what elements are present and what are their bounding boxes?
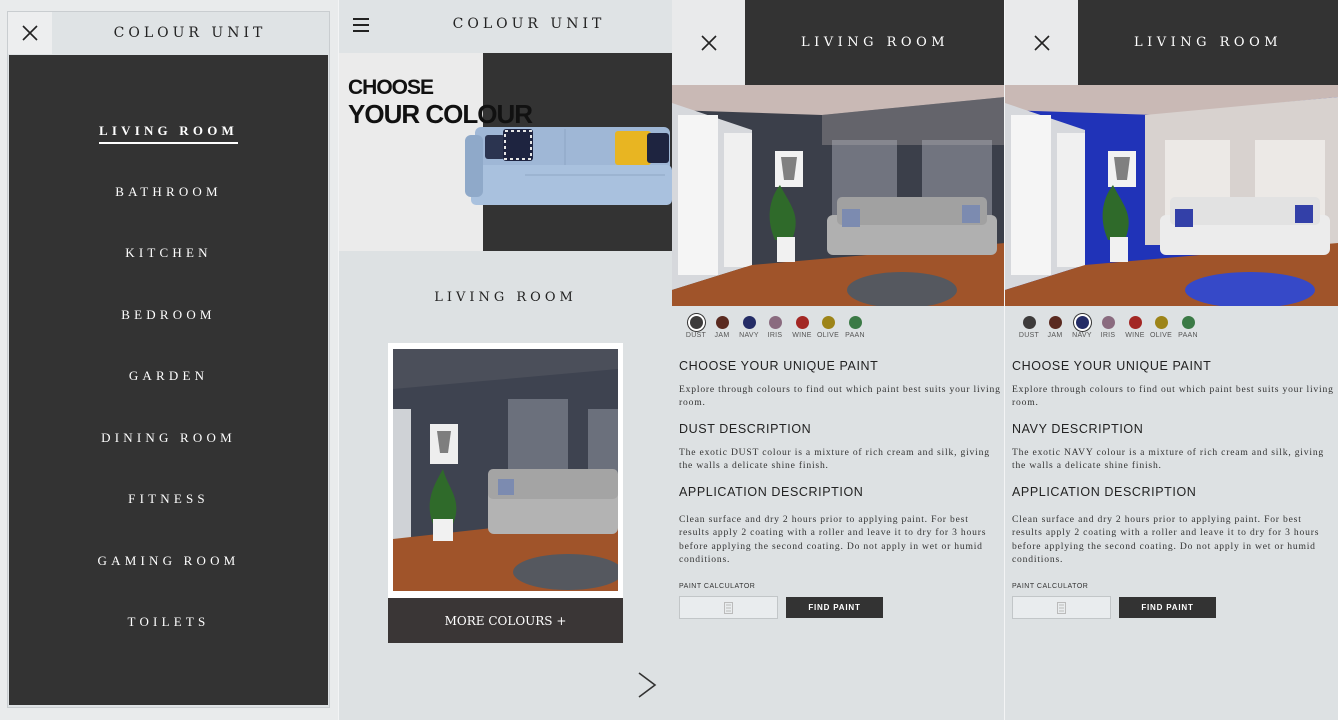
section-title: LIVING ROOM [434, 290, 577, 305]
application-text: Clean surface and dry 2 hours prior to a… [1012, 514, 1320, 565]
close-button[interactable] [8, 12, 52, 54]
heading-application: APPLICATION DESCRIPTION [679, 485, 864, 499]
swatch-wine[interactable]: WINE [1122, 310, 1148, 339]
menu-item-gaming-room[interactable]: GAMING ROOM [9, 553, 328, 569]
sofa-image [465, 127, 672, 205]
hamburger-icon[interactable] [353, 18, 369, 32]
room-visual [672, 85, 1005, 306]
colour-description-text: The exotic DUST colour is a mixture of r… [679, 447, 990, 472]
swatch-jam[interactable]: JAM [709, 310, 735, 339]
close-icon [700, 34, 717, 51]
brand-title: COLOUR UNIT [113, 25, 267, 41]
swatch-iris[interactable]: IRIS [1095, 310, 1121, 339]
paint-calculator-label: PAINT CALCULATOR [679, 583, 756, 590]
application-text: Clean surface and dry 2 hours prior to a… [679, 514, 987, 565]
heading-colour-description: DUST DESCRIPTION [679, 422, 812, 436]
heading-application: APPLICATION DESCRIPTION [1012, 485, 1197, 499]
menu-item-living-room[interactable]: LIVING ROOM [9, 123, 328, 144]
colour-swatches: DUST JAM NAVY IRIS WINE OLIVE PAAN [680, 310, 1005, 346]
room-preview-card[interactable] [388, 343, 623, 598]
home-screen: COLOUR UNIT CHOOSE YOUR COLOUR LIVING RO… [339, 0, 672, 720]
swatch-olive[interactable]: OLIVE [815, 310, 841, 339]
swatch-dust[interactable]: DUST [683, 310, 709, 339]
detail-screen-dust: LIVING ROOM DUST JAM NAVY IRIS WINE OLIV… [672, 0, 1005, 720]
intro-text: Explore through colours to find out whic… [1012, 384, 1334, 409]
swatch-navy[interactable]: NAVY [1069, 310, 1095, 339]
close-icon [1033, 34, 1050, 51]
swatch-wine[interactable]: WINE [789, 310, 815, 339]
chevron-right-icon[interactable] [635, 670, 659, 700]
find-paint-button[interactable]: FIND PAINT [1119, 597, 1216, 618]
close-button[interactable] [672, 0, 745, 85]
swatch-paan[interactable]: PAAN [1175, 310, 1201, 339]
swatch-olive[interactable]: OLIVE [1148, 310, 1174, 339]
hero-title-line1: CHOOSE [348, 76, 434, 99]
menu-item-fitness[interactable]: FITNESS [9, 491, 328, 507]
colour-swatches: DUST JAM NAVY IRIS WINE OLIVE PAAN [1013, 310, 1338, 346]
close-button[interactable] [1005, 0, 1078, 85]
menu-item-dining-room[interactable]: DINING ROOM [9, 430, 328, 446]
panel-divider [338, 0, 339, 720]
heading-choose-paint: CHOOSE YOUR UNIQUE PAINT [1012, 359, 1212, 373]
close-icon [22, 25, 38, 41]
menu-item-toilets[interactable]: TOILETS [9, 614, 328, 630]
menu-screen: COLOUR UNIT LIVING ROOM BATHROOM KITCHEN… [0, 0, 338, 720]
swatch-iris[interactable]: IRIS [762, 310, 788, 339]
heading-choose-paint: CHOOSE YOUR UNIQUE PAINT [679, 359, 879, 373]
room-title: LIVING ROOM [745, 0, 1005, 85]
paint-calculator-input[interactable] [679, 596, 778, 619]
panel-divider [1004, 0, 1005, 720]
paint-calculator-label: PAINT CALCULATOR [1012, 583, 1089, 590]
swatch-jam[interactable]: JAM [1042, 310, 1068, 339]
room-preview-image [393, 349, 618, 591]
heading-colour-description: NAVY DESCRIPTION [1012, 422, 1144, 436]
menu-item-kitchen[interactable]: KITCHEN [9, 245, 328, 261]
menu-item-bathroom[interactable]: BATHROOM [9, 184, 328, 200]
room-menu: LIVING ROOM BATHROOM KITCHEN BEDROOM GAR… [9, 55, 328, 705]
paint-calculator-input[interactable] [1012, 596, 1111, 619]
swatch-navy[interactable]: NAVY [736, 310, 762, 339]
colour-description-text: The exotic NAVY colour is a mixture of r… [1012, 447, 1325, 472]
calculator-icon [1057, 601, 1066, 614]
find-paint-button[interactable]: FIND PAINT [786, 597, 883, 618]
detail-screen-navy: LIVING ROOM DUST JAM NAVY IRIS WINE OLIV… [1005, 0, 1338, 720]
room-title: LIVING ROOM [1078, 0, 1338, 85]
swatch-dust[interactable]: DUST [1016, 310, 1042, 339]
menu-item-bedroom[interactable]: BEDROOM [9, 307, 328, 323]
intro-text: Explore through colours to find out whic… [679, 384, 1001, 409]
more-colours-button[interactable]: MORE COLOURS + [388, 598, 623, 643]
menu-item-garden[interactable]: GARDEN [9, 368, 328, 384]
brand-title: COLOUR UNIT [452, 16, 606, 32]
swatch-paan[interactable]: PAAN [842, 310, 868, 339]
calculator-icon [724, 601, 733, 614]
room-visual [1005, 85, 1338, 306]
